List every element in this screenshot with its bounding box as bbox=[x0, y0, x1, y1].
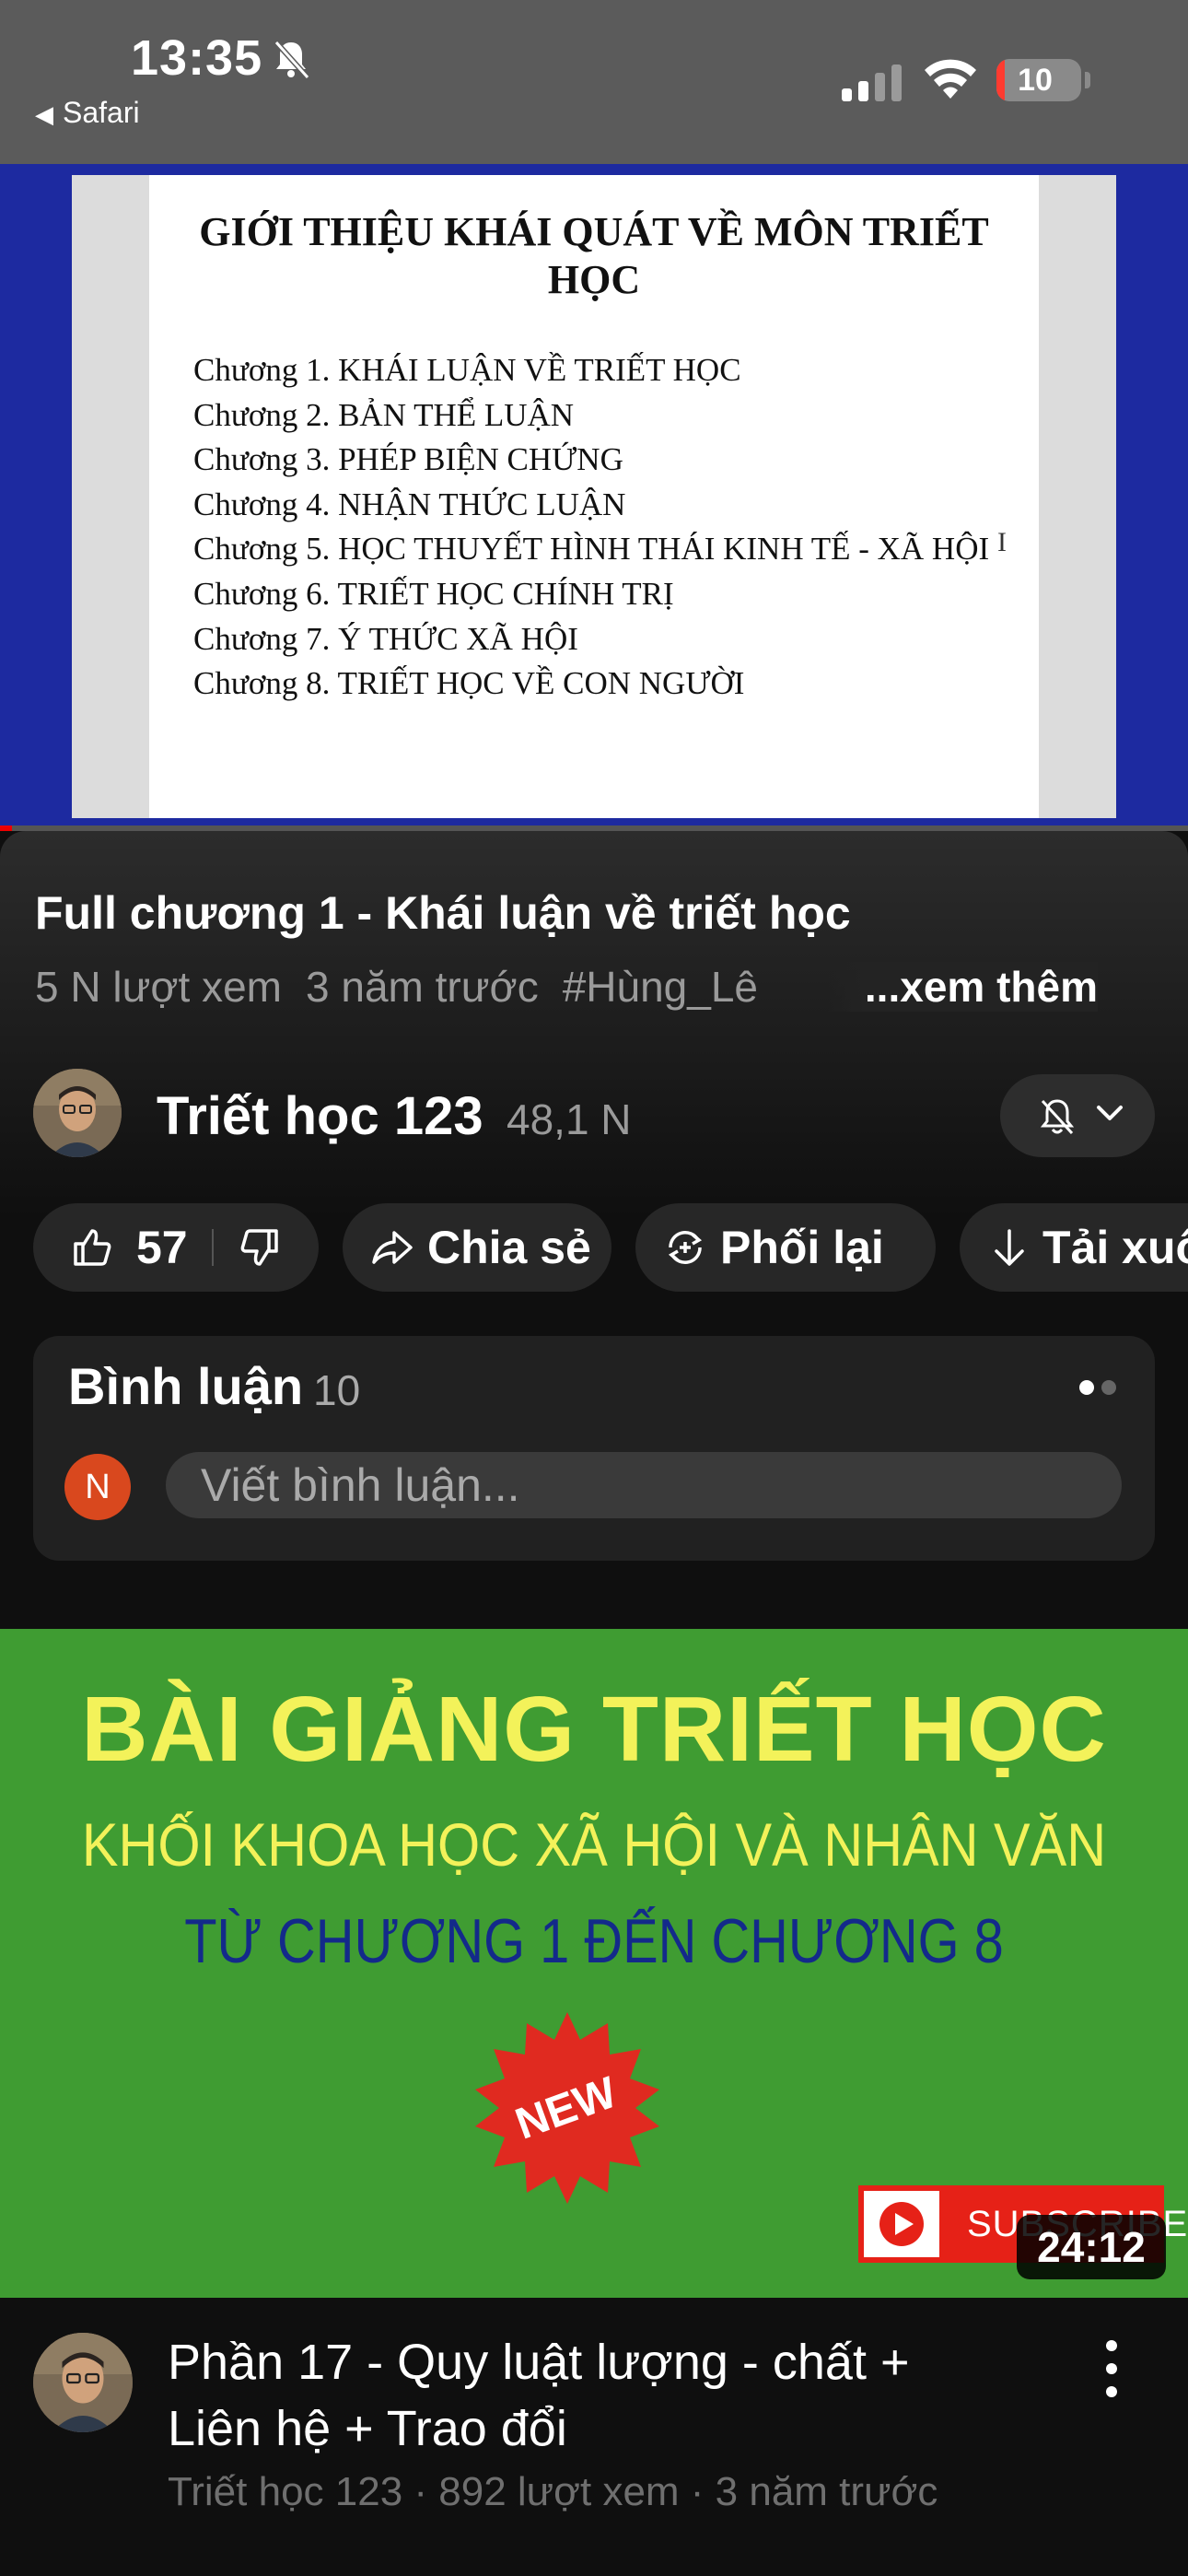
status-time: 13:35 bbox=[131, 30, 263, 86]
comments-count: 10 bbox=[313, 1366, 361, 1414]
dislike-button[interactable] bbox=[238, 1225, 282, 1270]
next-video-channel-avatar[interactable] bbox=[33, 2333, 133, 2432]
user-avatar: N bbox=[64, 1454, 131, 1520]
slide-chapter-list: Chương 1. KHÁI LUẬN VỀ TRIẾT HỌC Chương … bbox=[193, 348, 989, 707]
comments-teaser[interactable]: Bình luận 10 N Viết bình luận... bbox=[33, 1336, 1155, 1561]
slide-title: GIỚI THIỆU KHÁI QUÁT VỀ MÔN TRIẾT HỌC bbox=[199, 209, 989, 302]
like-button[interactable] bbox=[70, 1225, 114, 1270]
slide-content: GIỚI THIỆU KHÁI QUÁT VỀ MÔN TRIẾT HỌC Ch… bbox=[149, 175, 1039, 818]
slide-chapter-item: Chương 1. KHÁI LUẬN VỀ TRIẾT HỌC bbox=[193, 352, 741, 388]
next-video-title[interactable]: Phần 17 - Quy luật lượng - chất + Liên h… bbox=[168, 2329, 996, 2462]
remix-icon bbox=[668, 1231, 703, 1264]
person-photo-icon bbox=[33, 1069, 122, 1157]
hashtag[interactable]: #Hùng_Lê bbox=[563, 963, 758, 1011]
slide-chapter-item: Chương 8. TRIẾT HỌC VỀ CON NGƯỜI bbox=[193, 665, 745, 702]
view-count: 5 N lượt xem bbox=[35, 963, 283, 1011]
progress-fill bbox=[0, 825, 12, 831]
person-photo-icon bbox=[33, 2333, 133, 2432]
next-video-meta: Triết học 123 · 892 lượt xem · 3 năm trư… bbox=[168, 2469, 938, 2514]
channel-row[interactable]: Triết học 123 48,1 N bbox=[33, 1069, 1157, 1161]
thumb-subheading: KHỐI KHOA HỌC XÃ HỘI VÀ NHÂN VĂN bbox=[81, 1810, 1107, 1879]
bell-off-icon bbox=[274, 40, 310, 80]
comments-page-dots bbox=[1072, 1380, 1116, 1399]
like-dislike-group: 57 bbox=[33, 1203, 319, 1292]
download-label: Tải xuống bbox=[1042, 1222, 1188, 1273]
comment-input[interactable]: Viết bình luận... bbox=[166, 1452, 1122, 1518]
next-video-details[interactable]: Phần 17 - Quy luật lượng - chất + Liên h… bbox=[0, 2298, 1188, 2576]
download-button[interactable]: Tải xuống bbox=[960, 1203, 1188, 1292]
more-options-icon[interactable] bbox=[1098, 2336, 1125, 2401]
channel-name[interactable]: Triết học 123 bbox=[157, 1085, 483, 1147]
slide-frame: GIỚI THIỆU KHÁI QUÁT VỀ MÔN TRIẾT HỌC Ch… bbox=[72, 175, 1116, 818]
new-badge-icon: NEW bbox=[475, 2012, 659, 2204]
next-video-thumbnail[interactable]: BÀI GIẢNG TRIẾT HỌC KHỐI KHOA HỌC XÃ HỘI… bbox=[0, 1629, 1188, 2298]
video-duration: 24:12 bbox=[1017, 2215, 1166, 2279]
text-cursor-icon: I bbox=[997, 527, 1007, 557]
bell-off-icon bbox=[1040, 1099, 1075, 1135]
status-bar: 13:35 ◀ Safari 10 bbox=[0, 0, 1188, 164]
slide-chapter-item: Chương 4. NHẬN THỨC LUẬN bbox=[193, 486, 626, 522]
youtube-logo-icon bbox=[864, 2191, 939, 2257]
back-arrow-icon: ◀ bbox=[35, 100, 53, 128]
video-title[interactable]: Full chương 1 - Khái luận về triết học bbox=[35, 886, 851, 940]
like-divider bbox=[211, 1229, 214, 1266]
channel-avatar[interactable] bbox=[33, 1069, 122, 1157]
upload-age: 3 năm trước bbox=[306, 963, 539, 1011]
video-info-panel: Full chương 1 - Khái luận về triết học 5… bbox=[0, 831, 1188, 1587]
show-more-link[interactable]: ...xem thêm bbox=[827, 962, 1098, 1012]
share-icon bbox=[372, 1231, 413, 1264]
battery-tip bbox=[1085, 72, 1090, 88]
chevron-down-icon bbox=[1097, 1106, 1123, 1120]
slide-chapter-item: Chương 2. BẢN THỂ LUẬN bbox=[193, 396, 575, 433]
share-label: Chia sẻ bbox=[427, 1222, 591, 1273]
thumb-heading: BÀI GIẢNG TRIẾT HỌC bbox=[81, 1678, 1107, 1781]
comments-title: Bình luận bbox=[68, 1357, 304, 1415]
cellular-signal-icon bbox=[842, 64, 902, 101]
wifi-icon bbox=[925, 59, 976, 99]
like-count: 57 bbox=[136, 1222, 188, 1273]
battery-indicator: 10 bbox=[996, 59, 1081, 101]
thumb-chapter-range: TỪ CHƯƠNG 1 ĐẾN CHƯƠNG 8 bbox=[184, 1906, 1004, 1976]
action-bar: 57 Chia sẻ Phối lại Tải xu bbox=[33, 1203, 1188, 1292]
share-button[interactable]: Chia sẻ bbox=[343, 1203, 611, 1292]
remix-label: Phối lại bbox=[720, 1222, 884, 1273]
notification-settings-button[interactable] bbox=[1000, 1074, 1155, 1157]
slide-chapter-item: Chương 3. PHÉP BIỆN CHỨNG bbox=[193, 441, 623, 478]
remix-button[interactable]: Phối lại bbox=[635, 1203, 936, 1292]
slide-chapter-item: Chương 6. TRIẾT HỌC CHÍNH TRỊ bbox=[193, 575, 674, 612]
video-meta[interactable]: 5 N lượt xem 3 năm trước #Hùng_Lê ...xem t… bbox=[35, 962, 1122, 1012]
slide-chapter-item: Chương 5. HỌC THUYẾT HÌNH THÁI KINH TẾ -… bbox=[193, 531, 990, 568]
download-icon bbox=[995, 1229, 1024, 1266]
video-player[interactable]: GIỚI THIỆU KHÁI QUÁT VỀ MÔN TRIẾT HỌC Ch… bbox=[0, 164, 1188, 827]
subscriber-count: 48,1 N bbox=[507, 1095, 632, 1143]
slide-chapter-item: Chương 7. Ý THỨC XÃ HỘI bbox=[193, 620, 578, 657]
back-to-safari[interactable]: ◀ Safari bbox=[35, 96, 140, 130]
